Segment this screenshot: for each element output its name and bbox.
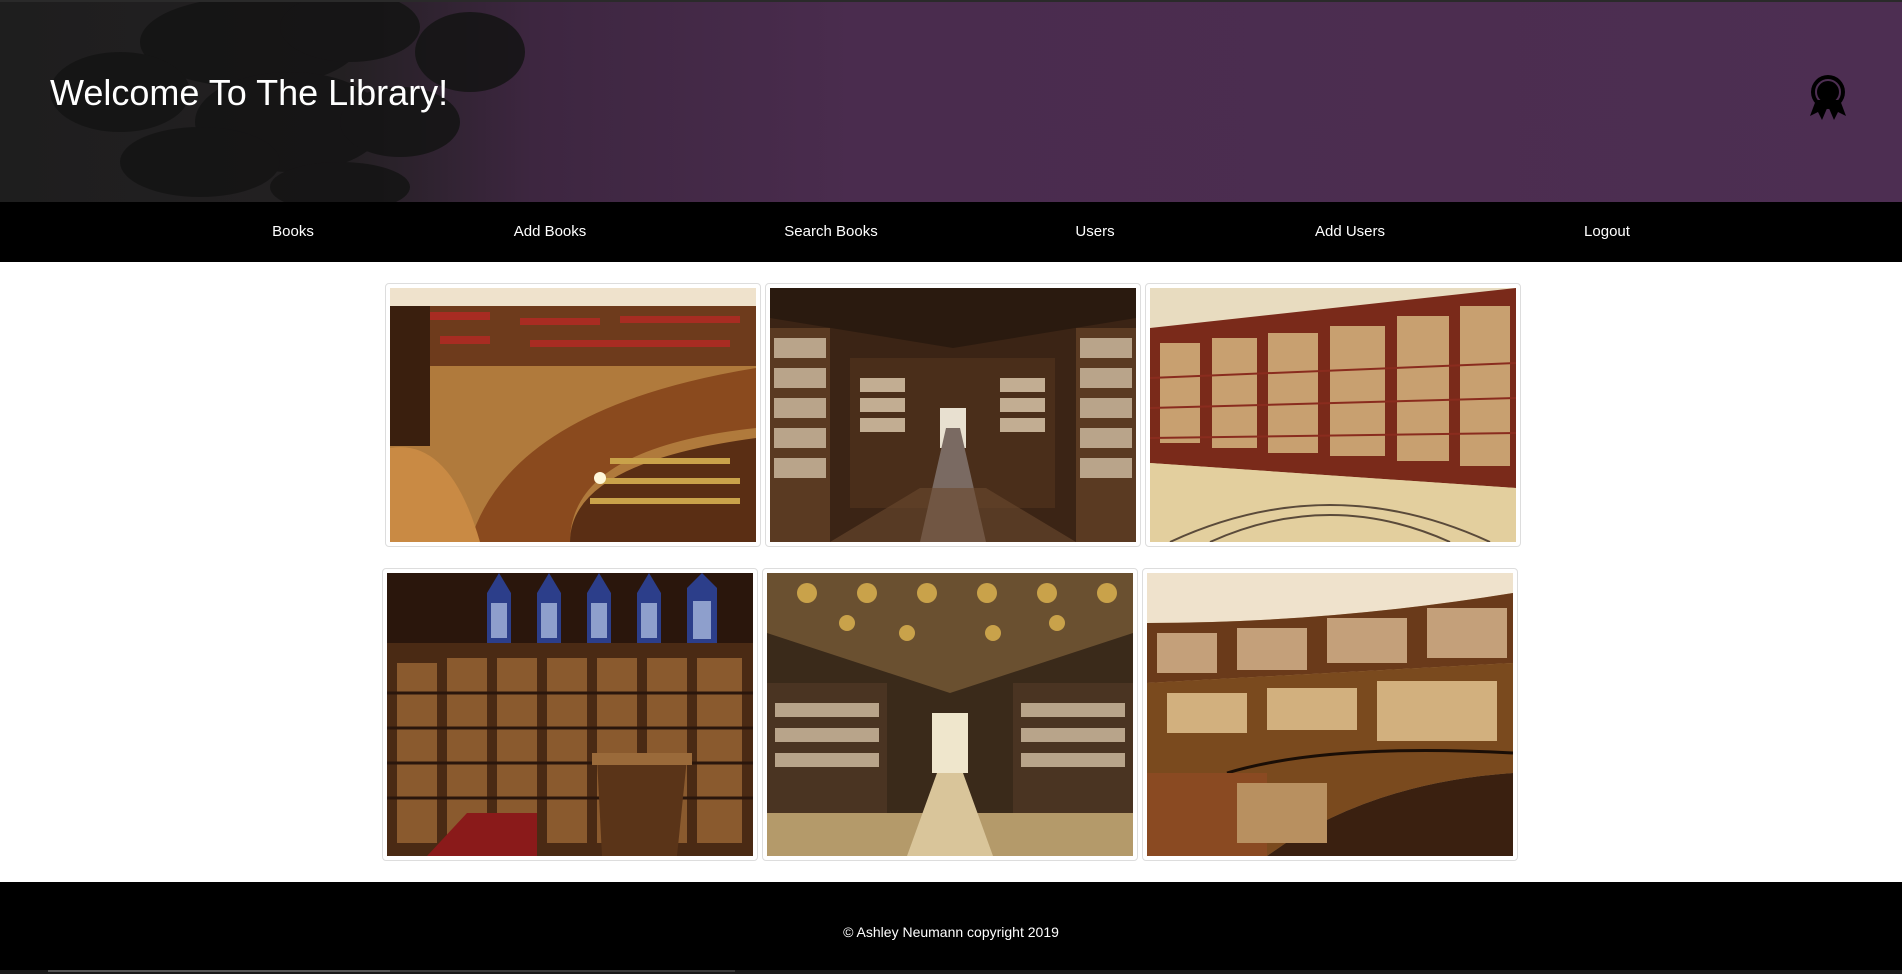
- gallery-image[interactable]: [762, 568, 1138, 861]
- circular-library-balcony-image: [1147, 573, 1513, 856]
- library-corridor-image: [770, 288, 1136, 542]
- nav-item-logout[interactable]: Logout: [1584, 202, 1630, 262]
- bottom-scrollbar: [0, 970, 1902, 974]
- footer: © Ashley Neumann copyright 2019: [0, 882, 1902, 974]
- image-gallery: [0, 262, 1902, 882]
- header-banner: Welcome To The Library!: [0, 0, 1902, 202]
- gothic-library-image: [387, 573, 753, 856]
- ornate-ceiling-library-image: [767, 573, 1133, 856]
- copyright-text: © Ashley Neumann copyright 2019: [843, 924, 1059, 940]
- curved-library-shelves-image: [390, 288, 756, 542]
- gallery-image[interactable]: [382, 568, 758, 861]
- page-title: Welcome To The Library!: [50, 72, 449, 113]
- main-nav: Books Add Books Search Books Users Add U…: [0, 202, 1902, 262]
- gallery-image[interactable]: [1142, 568, 1518, 861]
- nav-item-add-books[interactable]: Add Books: [514, 202, 587, 262]
- nav-item-books[interactable]: Books: [272, 202, 314, 262]
- scrollbar-segment: [48, 970, 390, 972]
- nav-item-users[interactable]: Users: [1075, 202, 1114, 262]
- nav-item-add-users[interactable]: Add Users: [1315, 202, 1385, 262]
- gallery-image[interactable]: [765, 283, 1141, 547]
- scrollbar-segment: [390, 970, 735, 972]
- nav-item-search-books[interactable]: Search Books: [784, 202, 877, 262]
- rotunda-bookcases-image: [1150, 288, 1516, 542]
- gallery-image[interactable]: [1145, 283, 1521, 547]
- quill-ribbon-icon: [1810, 75, 1846, 120]
- gallery-image[interactable]: [385, 283, 761, 547]
